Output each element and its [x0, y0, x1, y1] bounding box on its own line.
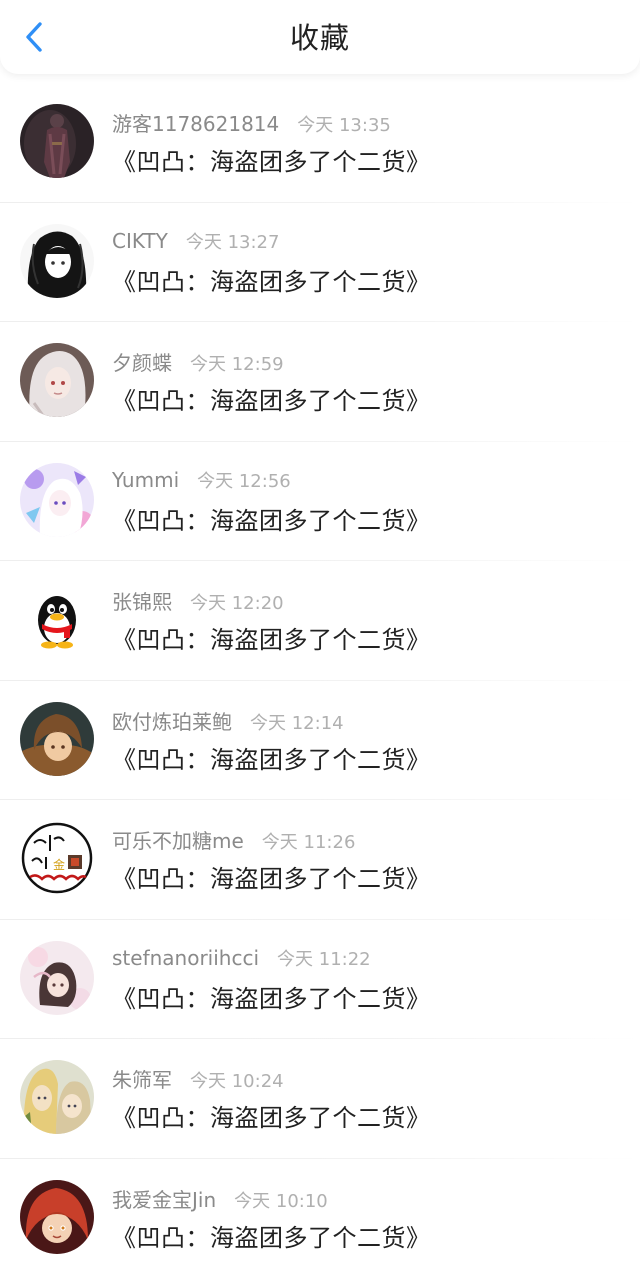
username[interactable]: 游客1178621814 [112, 108, 279, 137]
list-item[interactable]: 欧付炼珀莱鲍 今天 12:14 《凹凸：海盗团多了个二货》 [0, 680, 640, 800]
divider [0, 1158, 640, 1159]
book-title[interactable]: 《凹凸：海盗团多了个二货》 [112, 1098, 431, 1133]
username[interactable]: 朱筛军 [112, 1064, 172, 1093]
username[interactable]: stefnanoriihcci [112, 946, 259, 970]
top-bar: 收藏 [0, 0, 640, 74]
book-title[interactable]: 《凹凸：海盗团多了个二货》 [112, 262, 431, 297]
list-item[interactable]: Yummi 今天 12:56 《凹凸：海盗团多了个二货》 [0, 441, 640, 561]
list-item[interactable]: 我爱金宝Jin 今天 10:10 《凹凸：海盗团多了个二货》 [0, 1158, 640, 1277]
username[interactable]: 张锦熙 [112, 586, 172, 615]
avatar[interactable] [20, 1180, 94, 1254]
book-title[interactable]: 《凹凸：海盗团多了个二货》 [112, 979, 431, 1014]
svg-text:金: 金 [53, 857, 65, 872]
avatar[interactable] [20, 224, 94, 298]
book-title[interactable]: 《凹凸：海盗团多了个二货》 [112, 142, 431, 177]
book-title[interactable]: 《凹凸：海盗团多了个二货》 [112, 859, 431, 894]
username[interactable]: 夕颜蝶 [112, 347, 172, 376]
list-item[interactable]: CIKTY 今天 13:27 《凹凸：海盗团多了个二货》 [0, 202, 640, 322]
timestamp: 今天 11:22 [277, 945, 371, 971]
username[interactable]: 我爱金宝Jin [112, 1184, 216, 1213]
divider [0, 202, 640, 203]
book-title[interactable]: 《凹凸：海盗团多了个二货》 [112, 740, 431, 775]
timestamp: 今天 13:27 [186, 228, 280, 254]
divider [0, 919, 640, 920]
list-item[interactable]: 夕颜蝶 今天 12:59 《凹凸：海盗团多了个二货》 [0, 321, 640, 441]
avatar[interactable]: 金 [20, 821, 94, 895]
divider [0, 680, 640, 681]
avatar[interactable] [20, 104, 94, 178]
username[interactable]: CIKTY [112, 229, 168, 253]
username[interactable]: 欧付炼珀莱鲍 [112, 706, 232, 735]
list-item[interactable]: stefnanoriihcci 今天 11:22 《凹凸：海盗团多了个二货》 [0, 919, 640, 1039]
divider [0, 441, 640, 442]
book-title[interactable]: 《凹凸：海盗团多了个二货》 [112, 1218, 431, 1253]
timestamp: 今天 10:24 [190, 1067, 284, 1093]
divider [0, 799, 640, 800]
book-title[interactable]: 《凹凸：海盗团多了个二货》 [112, 620, 431, 655]
divider [0, 321, 640, 322]
timestamp: 今天 13:35 [297, 111, 391, 137]
timestamp: 今天 12:20 [190, 589, 284, 615]
timestamp: 今天 12:56 [197, 467, 291, 493]
list-item[interactable]: 游客1178621814 今天 13:35 《凹凸：海盗团多了个二货》 [0, 82, 640, 202]
list-item[interactable]: 张锦熙 今天 12:20 《凹凸：海盗团多了个二货》 [0, 560, 640, 680]
divider [0, 560, 640, 561]
username[interactable]: Yummi [112, 468, 179, 492]
avatar[interactable] [20, 941, 94, 1015]
timestamp: 今天 10:10 [234, 1187, 328, 1213]
timestamp: 今天 12:14 [250, 709, 344, 735]
favorites-list: 游客1178621814 今天 13:35 《凹凸：海盗团多了个二货》 CIKT… [0, 82, 640, 1277]
list-item[interactable]: 金 可乐不加糖me 今天 11:26 《凹凸：海盗团多了个二货》 [0, 799, 640, 919]
username[interactable]: 可乐不加糖me [112, 825, 244, 854]
book-title[interactable]: 《凹凸：海盗团多了个二货》 [112, 501, 431, 536]
timestamp: 今天 11:26 [262, 828, 356, 854]
divider [0, 1038, 640, 1039]
book-title[interactable]: 《凹凸：海盗团多了个二货》 [112, 381, 431, 416]
page-title: 收藏 [0, 18, 640, 58]
avatar[interactable] [20, 343, 94, 417]
avatar[interactable] [20, 1060, 94, 1134]
avatar[interactable] [20, 463, 94, 537]
list-item[interactable]: 朱筛军 今天 10:24 《凹凸：海盗团多了个二货》 [0, 1038, 640, 1158]
avatar[interactable] [20, 582, 94, 656]
timestamp: 今天 12:59 [190, 350, 284, 376]
avatar[interactable] [20, 702, 94, 776]
